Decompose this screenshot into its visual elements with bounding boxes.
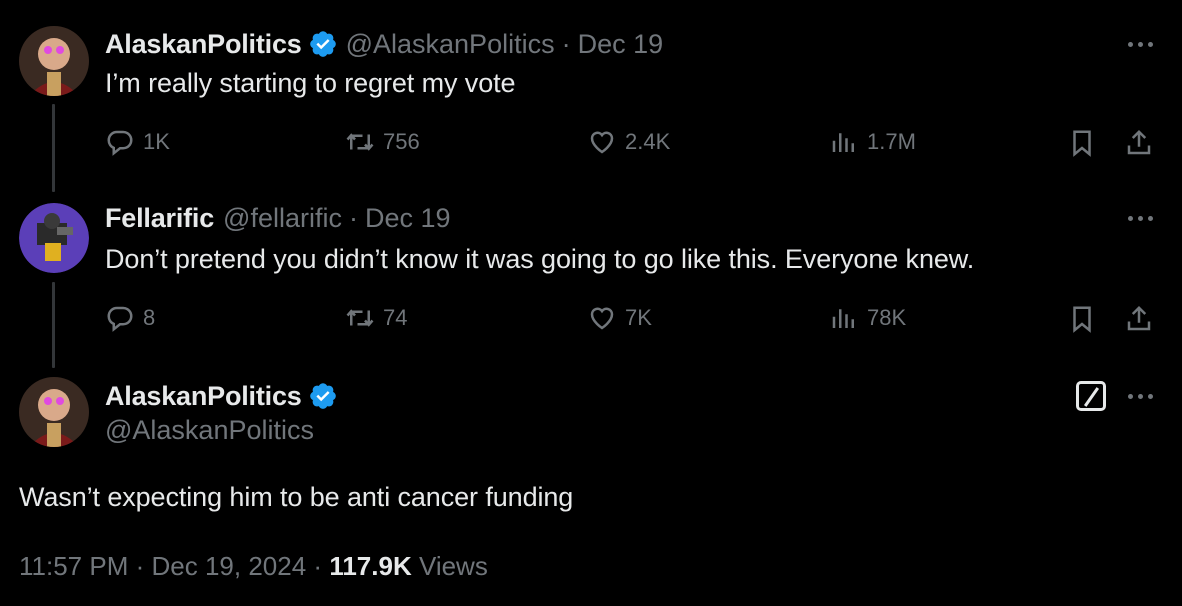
separator-dot: ·: [313, 551, 323, 581]
user-handle[interactable]: @AlaskanPolitics: [346, 29, 555, 60]
repost-icon: [346, 133, 374, 151]
tweet-date[interactable]: Dec 19, 2024: [152, 551, 307, 581]
separator-dot: ·: [561, 28, 571, 59]
tweet-header: AlaskanPolitics: [105, 379, 346, 413]
views-count: 117.9K: [329, 551, 412, 581]
share-button[interactable]: [1124, 128, 1154, 158]
user-handle[interactable]: @AlaskanPolitics: [105, 415, 314, 446]
views-button[interactable]: 78K: [829, 303, 906, 333]
analytics-icon: [832, 309, 854, 328]
more-options-button[interactable]: [1120, 34, 1160, 54]
tweet-date[interactable]: Dec 19: [578, 29, 664, 60]
avatar[interactable]: [19, 203, 89, 273]
tweet-meta: 11:57 PM · Dec 19, 2024 · 117.9K Views: [19, 551, 488, 582]
repost-count: 74: [383, 305, 408, 330]
tweet-header: AlaskanPolitics @AlaskanPolitics · Dec 1…: [105, 27, 663, 61]
tweet-text: I’m really starting to regret my vote: [105, 68, 516, 98]
thread-connector: [52, 282, 55, 368]
tweet-text: Wasn’t expecting him to be anti cancer f…: [19, 482, 574, 512]
reply-icon: [107, 130, 133, 156]
reply-button[interactable]: 1K: [105, 127, 170, 157]
heart-icon: [590, 307, 614, 330]
repost-button[interactable]: 74: [345, 303, 407, 333]
share-icon: [1127, 305, 1151, 331]
repost-icon: [346, 309, 374, 327]
like-count: 7K: [625, 305, 652, 330]
repost-button[interactable]: 756: [345, 127, 420, 157]
heart-icon: [590, 131, 614, 154]
share-button[interactable]: [1124, 304, 1154, 334]
verified-badge-icon: [308, 381, 338, 411]
bookmark-icon: [1073, 306, 1091, 333]
verified-badge-icon: [308, 29, 338, 59]
more-options-button[interactable]: [1120, 208, 1160, 228]
views-count: 78K: [867, 305, 907, 330]
analytics-icon: [832, 133, 854, 152]
reply-count: 1K: [143, 129, 170, 154]
display-name[interactable]: Fellarific: [105, 203, 214, 234]
repost-count: 756: [383, 129, 420, 154]
like-button[interactable]: 7K: [587, 303, 652, 333]
avatar[interactable]: [19, 26, 89, 96]
avatar[interactable]: [19, 377, 89, 447]
like-count: 2.4K: [625, 129, 671, 154]
views-button[interactable]: 1.7M: [829, 127, 916, 157]
tweet-text: Don’t pretend you didn’t know it was goi…: [105, 244, 975, 274]
bookmark-button[interactable]: [1067, 304, 1097, 334]
tweet-time[interactable]: 11:57 PM: [19, 551, 128, 581]
thread-connector: [52, 104, 55, 192]
more-options-button[interactable]: [1120, 386, 1160, 406]
reply-count: 8: [143, 305, 156, 330]
tweet-date[interactable]: Dec 19: [365, 203, 451, 234]
display-name[interactable]: AlaskanPolitics: [105, 381, 302, 412]
grok-icon[interactable]: [1076, 381, 1106, 411]
separator-dot: ·: [135, 551, 145, 581]
tweet-header: Fellarific @fellarific · Dec 19: [105, 201, 451, 235]
bookmark-button[interactable]: [1067, 128, 1097, 158]
share-icon: [1127, 129, 1151, 155]
bookmark-icon: [1073, 130, 1091, 157]
views-count: 1.7M: [867, 129, 916, 154]
views-label: Views: [418, 551, 488, 581]
user-handle[interactable]: @fellarific: [223, 203, 342, 234]
display-name[interactable]: AlaskanPolitics: [105, 29, 302, 60]
reply-icon: [107, 306, 133, 332]
reply-button[interactable]: 8: [105, 303, 155, 333]
like-button[interactable]: 2.4K: [587, 127, 670, 157]
separator-dot: ·: [348, 202, 358, 233]
